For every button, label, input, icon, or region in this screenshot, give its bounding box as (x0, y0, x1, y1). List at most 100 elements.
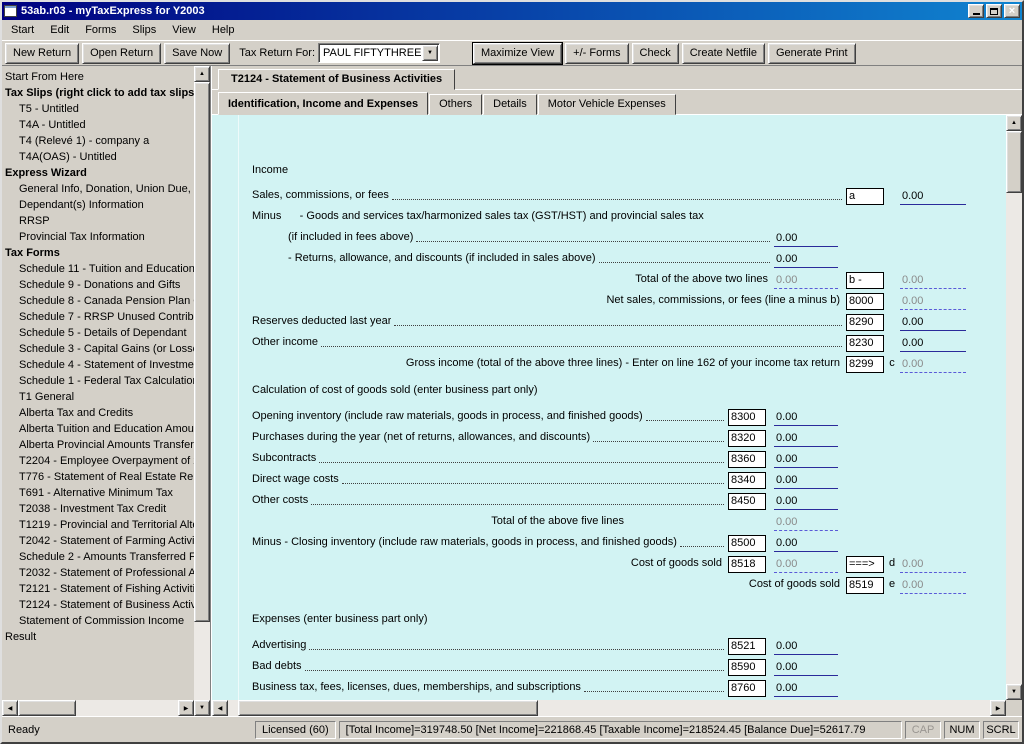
amount-field[interactable]: 0.00 (900, 315, 966, 331)
scrollbar-thumb[interactable] (1006, 131, 1022, 193)
scrollbar-thumb[interactable] (194, 82, 210, 622)
tree-item[interactable]: Start From Here (2, 69, 194, 85)
amount-field[interactable]: 0.00 (774, 452, 838, 468)
tree-item[interactable]: T691 - Alternative Minimum Tax (2, 485, 194, 501)
tree-item[interactable]: General Info, Donation, Union Due, E... (2, 181, 194, 197)
open-return-button[interactable]: Open Return (82, 43, 161, 64)
navigation-tree: Start From HereTax Slips (right click to… (2, 66, 194, 700)
tree-item[interactable]: T1 General (2, 389, 194, 405)
tab-others[interactable]: Others (429, 94, 482, 115)
tree-item[interactable]: Schedule 3 - Capital Gains (or Losses... (2, 341, 194, 357)
amount-field-computed: 0.00 (774, 515, 838, 531)
amount-field[interactable]: 0.00 (900, 336, 966, 352)
tree-item[interactable]: T2032 - Statement of Professional A... (2, 565, 194, 581)
tree-item[interactable]: T776 - Statement of Real Estate Ren... (2, 469, 194, 485)
amount-field[interactable]: 0.00 (774, 536, 838, 552)
tree-item[interactable]: Tax Forms (2, 245, 194, 261)
tree-item[interactable]: RRSP (2, 213, 194, 229)
tree-item[interactable]: Dependant(s) Information (2, 197, 194, 213)
menu-item-view[interactable]: View (164, 21, 204, 39)
menu-item-slips[interactable]: Slips (124, 21, 164, 39)
tree-item[interactable]: Tax Slips (right click to add tax slips) (2, 85, 194, 101)
form-viewport-row: IncomeSales, commissions, or feesa0.00Mi… (212, 115, 1022, 700)
tree-item[interactable]: T2124 - Statement of Business Activi... (2, 597, 194, 613)
tree-item[interactable]: Alberta Provincial Amounts Transferr... (2, 437, 194, 453)
amount-field[interactable]: 0.00 (774, 231, 838, 247)
amount-field[interactable]: 0.00 (774, 473, 838, 489)
amount-field[interactable]: 0.00 (900, 189, 966, 205)
amount-field[interactable]: 0.00 (774, 431, 838, 447)
scrollbar-track[interactable] (228, 700, 238, 716)
tab-motor-vehicle-expenses[interactable]: Motor Vehicle Expenses (538, 94, 676, 115)
menu-item-help[interactable]: Help (204, 21, 243, 39)
scroll-left-icon[interactable]: ◀ (212, 700, 228, 716)
form-tab-t2124[interactable]: T2124 - Statement of Business Activities (218, 69, 455, 90)
tree-item[interactable]: T5 - Untitled (2, 101, 194, 117)
amount-field[interactable]: 0.00 (774, 252, 838, 268)
tree-item[interactable]: T2204 - Employee Overpayment of 2... (2, 453, 194, 469)
tree-item[interactable]: Schedule 2 - Amounts Transferred Fr... (2, 549, 194, 565)
tree-item[interactable]: Schedule 7 - RRSP Unused Contribut... (2, 309, 194, 325)
tree-item[interactable]: Schedule 5 - Details of Dependant (2, 325, 194, 341)
indicator-scrl: SCRL (983, 721, 1019, 739)
tab-details[interactable]: Details (483, 94, 537, 115)
new-return-button[interactable]: New Return (5, 43, 79, 64)
tree-item[interactable]: Express Wizard (2, 165, 194, 181)
tree-item[interactable]: Provincial Tax Information (2, 229, 194, 245)
tax-return-for-select[interactable]: PAUL FIFTYTHREE ▼ (318, 43, 440, 63)
tree-item[interactable]: T1219 - Provincial and Territorial Alte.… (2, 517, 194, 533)
amount-field[interactable]: 0.00 (774, 410, 838, 426)
tree-item[interactable]: T4A - Untitled (2, 117, 194, 133)
create-netfile-button[interactable]: Create Netfile (682, 43, 765, 64)
scroll-left-icon[interactable]: ◀ (2, 700, 18, 716)
plus-minus-forms-button[interactable]: +/- Forms (565, 43, 628, 64)
scroll-down-icon[interactable]: ▼ (194, 700, 210, 716)
tree-item[interactable]: T2038 - Investment Tax Credit (2, 501, 194, 517)
form-horizontal-scrollbar[interactable]: ◀ ▶ (212, 700, 1006, 716)
tree-item[interactable]: Schedule 8 - Canada Pension Plan Co... (2, 293, 194, 309)
scrollbar-track[interactable] (1006, 193, 1022, 684)
dropdown-arrow-icon[interactable]: ▼ (422, 45, 438, 61)
save-now-button[interactable]: Save Now (164, 43, 230, 64)
tree-item[interactable]: T2121 - Statement of Fishing Activiti... (2, 581, 194, 597)
scrollbar-thumb[interactable] (18, 700, 76, 716)
menu-item-start[interactable]: Start (3, 21, 42, 39)
scroll-up-icon[interactable]: ▲ (1006, 115, 1022, 131)
menu-item-forms[interactable]: Forms (77, 21, 124, 39)
amount-field[interactable]: 0.00 (774, 494, 838, 510)
tree-item[interactable]: Statement of Commission Income (2, 613, 194, 629)
scrollbar-track[interactable] (76, 700, 178, 716)
sidebar-vertical-scrollbar[interactable]: ▲ ▼ (194, 66, 210, 716)
scrollbar-track[interactable] (194, 622, 210, 700)
amount-field[interactable]: 0.00 (774, 660, 838, 676)
scroll-right-icon[interactable]: ▶ (990, 700, 1006, 716)
scroll-right-icon[interactable]: ▶ (178, 700, 194, 716)
row-label: Cost of goods sold (252, 555, 728, 573)
scrollbar-thumb[interactable] (238, 700, 538, 716)
tree-item[interactable]: Schedule 1 - Federal Tax Calculation (2, 373, 194, 389)
amount-field[interactable]: 0.00 (774, 639, 838, 655)
maximize-view-button[interactable]: Maximize View (473, 43, 562, 64)
tree-item[interactable]: Schedule 11 - Tuition and Education ... (2, 261, 194, 277)
tree-item[interactable]: T2042 - Statement of Farming Activit... (2, 533, 194, 549)
tree-item[interactable]: Schedule 4 - Statement of Investmen... (2, 357, 194, 373)
tab-identification-income-and-expenses[interactable]: Identification, Income and Expenses (218, 92, 428, 115)
scrollbar-track[interactable] (538, 700, 990, 716)
close-button[interactable]: × (1004, 4, 1020, 18)
tree-item[interactable]: T4 (Relevé 1) - company a (2, 133, 194, 149)
tree-item[interactable]: Schedule 9 - Donations and Gifts (2, 277, 194, 293)
check-button[interactable]: Check (632, 43, 679, 64)
scroll-up-icon[interactable]: ▲ (194, 66, 210, 82)
form-vertical-scrollbar[interactable]: ▲ ▼ (1006, 115, 1022, 700)
sidebar-horizontal-scrollbar[interactable]: ◀ ▶ (2, 700, 194, 716)
generate-print-button[interactable]: Generate Print (768, 43, 856, 64)
maximize-button[interactable] (986, 4, 1002, 18)
tree-item[interactable]: Alberta Tuition and Education Amou... (2, 421, 194, 437)
tree-item[interactable]: Result (2, 629, 194, 645)
scroll-down-icon[interactable]: ▼ (1006, 684, 1022, 700)
minimize-button[interactable] (968, 4, 984, 18)
menu-item-edit[interactable]: Edit (42, 21, 77, 39)
amount-field[interactable]: 0.00 (774, 681, 838, 697)
tree-item[interactable]: T4A(OAS) - Untitled (2, 149, 194, 165)
tree-item[interactable]: Alberta Tax and Credits (2, 405, 194, 421)
